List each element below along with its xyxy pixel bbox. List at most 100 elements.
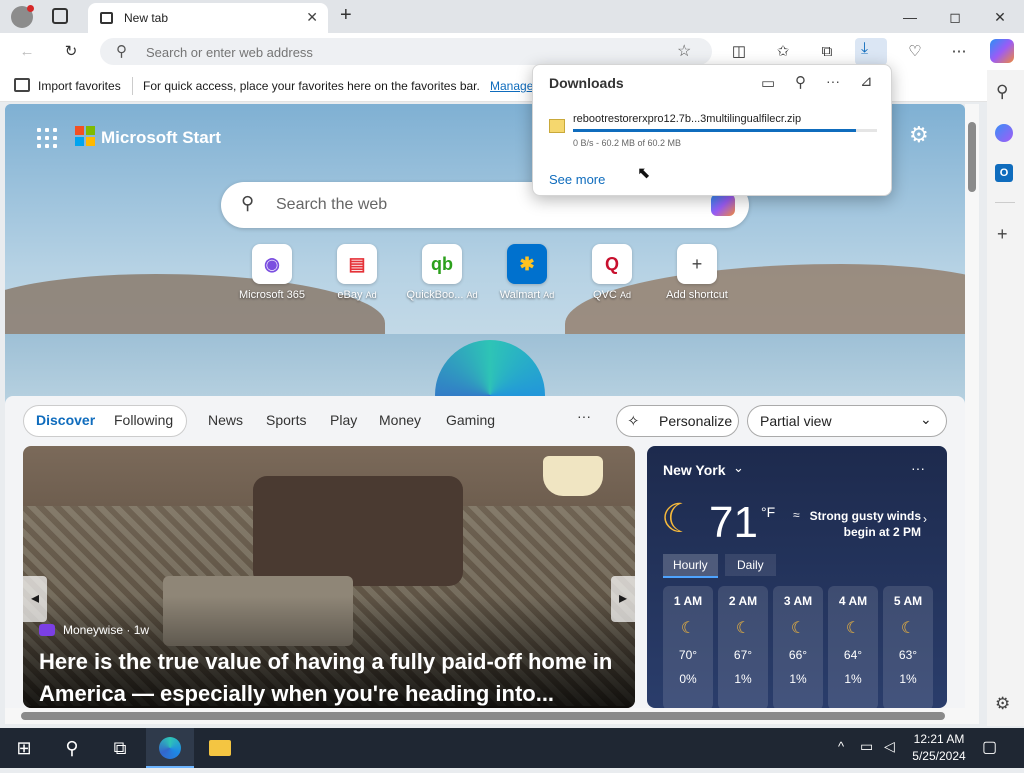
chevron-down-icon[interactable]: ⌄ [733,460,744,476]
tab-gaming[interactable]: Gaming [446,412,495,428]
page-settings-icon[interactable]: ⚙ [909,122,929,148]
see-more-link[interactable]: See more [549,172,605,187]
m365-icon: ◉ [252,244,292,284]
moon-icon: ☾ [680,620,696,637]
sidebar-divider [995,202,1015,203]
browser-essentials-icon[interactable]: ♡ [902,41,928,63]
copilot-icon[interactable] [990,39,1014,63]
search-icon: ⚲ [241,193,255,213]
sidebar-settings-icon[interactable]: ⚙ [995,694,1010,714]
weather-card[interactable]: New York ⌄ ··· ☾ 71 °F ≈ Strong gusty wi… [647,446,947,708]
search-icon[interactable]: ⚲ [996,82,1008,102]
view-select[interactable]: Partial view ⌄ [747,405,947,437]
carousel-next-button[interactable]: ▸ [611,576,635,622]
start-button[interactable]: ⊞ [0,728,48,768]
tab-following[interactable]: Following [114,412,173,428]
copilot-sidebar-icon[interactable] [995,124,1013,142]
more-options-icon[interactable]: ··· [826,73,840,89]
back-icon[interactable]: ← [14,41,40,63]
ad-badge: Ad [466,290,478,300]
settings-more-icon[interactable]: ⋯ [946,41,972,63]
tab-daily[interactable]: Daily [725,554,776,576]
tab-close-icon[interactable]: ✕ [306,9,318,26]
tab-discover[interactable]: Discover [36,412,95,428]
hour-temp: 63° [898,648,918,662]
quick-link-label: Walmart [499,289,541,301]
collections-icon[interactable]: ⧉ [814,41,840,63]
clock-date[interactable]: 5/25/2024 [910,749,968,763]
close-window-button[interactable]: ✕ [985,6,1015,28]
new-tab-button[interactable]: + [340,4,352,27]
outlook-icon[interactable]: O [995,164,1013,182]
tab-money[interactable]: Money [379,412,421,428]
maximize-button[interactable]: ◻ [940,6,970,28]
vertical-scrollbar-thumb[interactable] [968,122,976,192]
downloads-button[interactable]: ⤓ [855,38,887,65]
app-launcher-icon[interactable] [37,128,57,148]
clock-time[interactable]: 12:21 AM [912,732,966,746]
hour-precip: 0% [679,672,697,686]
search-downloads-icon[interactable]: ⚲ [795,73,806,91]
add-sidebar-app-icon[interactable]: + [997,224,1008,245]
download-progress-fill [573,129,856,132]
copilot-search-icon[interactable] [711,194,735,216]
quick-link-quickbooks[interactable]: qb QuickBoo... Ad [402,244,482,301]
vertical-scrollbar[interactable] [965,104,979,708]
address-bar[interactable]: ⚲ ☆ [100,38,712,65]
import-favorites-link[interactable]: Import favorites [38,79,121,93]
favorite-star-icon[interactable]: ☆ [677,41,691,61]
moneywise-icon [39,624,55,636]
personalize-button[interactable]: ✧ Personalize [616,405,739,437]
show-hidden-icons[interactable]: ^ [838,739,844,754]
downloads-flyout: Downloads ▭ ⚲ ··· ⊿ rebootrestorerxpro12… [532,64,892,196]
task-view-icon[interactable]: ⧉ [96,728,144,768]
quick-link-add-shortcut[interactable]: + Add shortcut [657,244,737,301]
edge-sidebar: ⚲ O + ⚙ [987,70,1024,726]
carousel-prev-button[interactable]: ◂ [23,576,47,622]
tab-sports[interactable]: Sports [266,412,306,428]
refresh-icon[interactable]: ↻ [58,41,84,63]
download-item[interactable]: rebootrestorerxpro12.7b...3multilingualf… [541,107,885,153]
edge-taskbar-icon[interactable] [146,728,194,768]
network-icon[interactable]: ▭ [860,738,873,755]
walmart-icon: ✱ [507,244,547,284]
hour-time: 1 AM [673,594,703,608]
qvc-icon: Q [592,244,632,284]
tab-actions-icon[interactable] [52,8,68,24]
notifications-icon[interactable]: ▢ [982,737,997,757]
hero-article[interactable]: ◂ ▸ Moneywise · 1w Here is the true valu… [23,446,635,708]
open-folder-icon[interactable]: ▭ [761,74,775,92]
quick-link-label: QVC [593,289,617,301]
horizontal-scrollbar-thumb[interactable] [21,712,945,720]
hour-time: 5 AM [893,594,923,608]
quick-link-qvc[interactable]: Q QVC Ad [572,244,652,301]
search-icon[interactable]: ⚲ [48,728,96,768]
volume-muted-icon[interactable]: ◁ [884,738,895,755]
tab-play[interactable]: Play [330,412,357,428]
weather-unit[interactable]: °F [761,504,775,520]
pin-icon[interactable]: ⊿ [860,72,873,90]
edge-icon [159,737,181,759]
weather-alert[interactable]: Strong gusty winds begin at 2 PM [809,508,921,540]
address-input[interactable] [146,43,626,61]
tab-hourly[interactable]: Hourly [663,554,718,578]
article-image-couch [253,476,463,586]
horizontal-scrollbar[interactable] [5,708,979,724]
manage-favorites-link[interactable]: Manage [490,79,533,93]
minimize-button[interactable]: — [895,6,925,28]
download-filename[interactable]: rebootrestorerxpro12.7b...3multilingualf… [573,113,801,125]
split-screen-icon[interactable]: ◫ [726,41,752,63]
tab-news[interactable]: News [208,412,243,428]
tab-new-tab[interactable]: New tab ✕ [88,3,328,33]
article-headline[interactable]: Here is the true value of having a fully… [39,646,629,708]
weather-location[interactable]: New York [663,462,726,478]
chevron-right-icon[interactable]: › [923,512,927,526]
quick-link-microsoft-365[interactable]: ◉ Microsoft 365 [232,244,312,301]
file-explorer-icon[interactable] [196,728,244,768]
quick-link-walmart[interactable]: ✱ Walmart Ad [487,244,567,301]
feed-more-button[interactable]: ··· [577,408,591,424]
article-image-lamp [543,456,603,496]
weather-more-icon[interactable]: ··· [911,460,925,476]
favorites-icon[interactable]: ✩ [770,41,796,63]
quick-link-ebay[interactable]: ▤ eBay Ad [317,244,397,301]
